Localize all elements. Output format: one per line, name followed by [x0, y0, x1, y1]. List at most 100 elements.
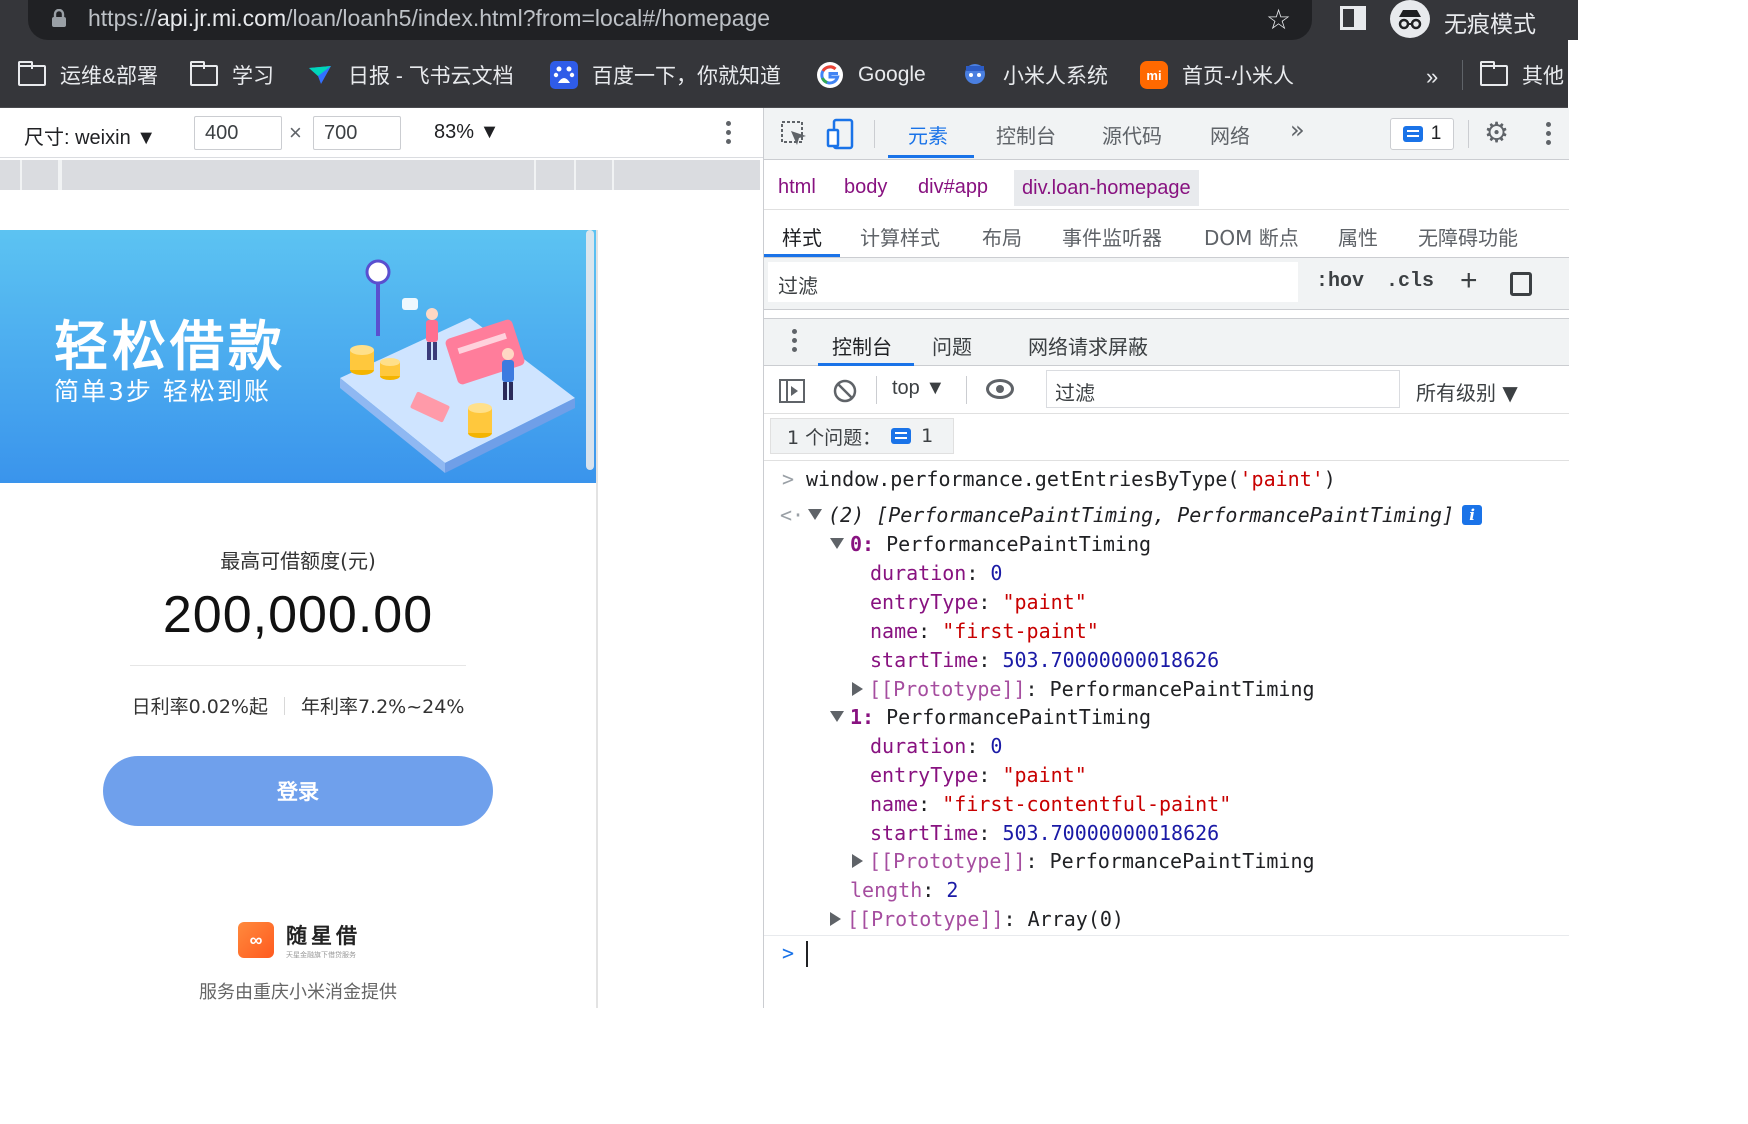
entry-0-header[interactable]: 0: PerformancePaintTiming — [830, 532, 1151, 556]
live-expression-eye-icon[interactable] — [986, 379, 1014, 399]
breadcrumb-div-app[interactable]: div#app — [918, 176, 988, 199]
settings-gear-icon[interactable]: ⚙ — [1484, 119, 1509, 147]
device-select[interactable]: 尺寸: weixin ▼ — [24, 121, 156, 150]
subtab-layout[interactable]: 布局 — [982, 222, 1022, 251]
collapse-triangle-icon — [852, 854, 863, 868]
issue-count: 1 — [1430, 123, 1442, 144]
expand-triangle-icon — [808, 509, 822, 520]
dimension-times-icon: × — [289, 120, 302, 145]
active-subtab-indicator — [764, 254, 840, 257]
credit-limit-label: 最高可借额度(元) — [220, 549, 376, 573]
console-drawer-tabs: 控制台 问题 网络请求屏蔽 — [764, 318, 1569, 366]
bookmark-ops-deploy[interactable]: 运维&部署 — [18, 60, 158, 90]
rate-divider — [283, 696, 285, 715]
banner-scrollbar[interactable] — [586, 230, 594, 470]
elements-breadcrumb: html body div#app div.loan-homepage — [764, 166, 1569, 210]
login-button[interactable]: 登录 — [103, 756, 493, 826]
device-height-input[interactable]: 700 — [313, 116, 401, 150]
devtools-more-menu-icon[interactable] — [1546, 122, 1552, 145]
entry-0-entrytype: entryType: "paint" — [870, 590, 1087, 614]
breadcrumb-body[interactable]: body — [844, 176, 887, 199]
issues-summary-button[interactable]: 1 个问题： 1 — [770, 418, 954, 454]
bookmarks-overflow-chevron[interactable]: » — [1426, 64, 1438, 90]
entry-1-name: name: "first-contentful-paint" — [870, 792, 1232, 816]
star-icon[interactable]: ☆ — [1266, 3, 1291, 36]
log-levels-select[interactable]: 所有级别 ▼ — [1416, 377, 1518, 406]
bookmark-baidu[interactable]: 百度一下，你就知道 — [550, 60, 781, 90]
subtab-accessibility[interactable]: 无障碍功能 — [1418, 222, 1518, 251]
issues-counter-button[interactable]: 1 — [1390, 118, 1454, 150]
media-query-ruler[interactable] — [0, 160, 760, 190]
banner-subtitle: 简单3步 轻松到账 — [54, 377, 271, 406]
bookmark-mi-people[interactable]: 小米人系统 — [961, 60, 1108, 90]
styles-filter-input[interactable]: 过滤 — [768, 262, 1298, 302]
breadcrumb-div-loan-homepage[interactable]: div.loan-homepage — [1014, 170, 1199, 206]
tab-console[interactable]: 控制台 — [996, 120, 1056, 149]
issue-message-icon — [1402, 126, 1423, 142]
device-toggle-icon[interactable] — [826, 118, 856, 150]
console-filter-input[interactable]: 过滤 — [1046, 370, 1400, 408]
console-prompt-caret[interactable] — [806, 941, 808, 967]
drawer-tab-request-blocking[interactable]: 网络请求屏蔽 — [1028, 331, 1148, 360]
device-more-menu-icon[interactable] — [726, 121, 732, 144]
subtab-dom-breakpoints[interactable]: DOM 断点 — [1204, 222, 1299, 251]
more-tabs-chevron[interactable]: » — [1290, 116, 1305, 144]
hov-toggle[interactable]: :hov — [1316, 270, 1364, 293]
bookmark-daily-report[interactable]: 日报 - 飞书云文档 — [306, 60, 514, 90]
mobile-page: 轻松借款 简单3步 轻松到账 最高可借额度(元) 200,000.00 日利率0… — [0, 230, 596, 1008]
subtab-computed[interactable]: 计算样式 — [860, 222, 940, 251]
folder-icon — [1480, 60, 1508, 87]
new-style-rule-icon[interactable]: + — [1460, 264, 1478, 298]
toolbar-divider — [874, 120, 875, 148]
drawer-tab-issues[interactable]: 问题 — [932, 331, 972, 360]
mi-logo-icon: mi — [1140, 61, 1168, 89]
expand-triangle-icon — [830, 538, 844, 549]
subtab-properties[interactable]: 属性 — [1338, 222, 1378, 251]
entry-1-header[interactable]: 1: PerformancePaintTiming — [830, 705, 1151, 729]
entry-1-prototype[interactable]: [[Prototype]]: PerformancePaintTiming — [852, 849, 1315, 873]
zoom-select[interactable]: 83% ▼ — [434, 121, 499, 144]
incognito-icon — [1390, 0, 1430, 38]
banner-title: 轻松借款 — [54, 315, 286, 378]
cls-toggle[interactable]: .cls — [1386, 270, 1434, 293]
promo-banner[interactable]: 轻松借款 简单3步 轻松到账 — [0, 230, 596, 483]
entry-1-starttime: startTime: 503.70000000018626 — [870, 821, 1220, 845]
bookmark-label: 学习 — [232, 65, 274, 88]
toolbar-divider — [966, 376, 967, 404]
javascript-context-select[interactable]: top ▼ — [892, 377, 945, 400]
lock-icon[interactable] — [50, 9, 68, 27]
styles-filter-bar: 过滤 :hov .cls + — [764, 258, 1569, 310]
clear-console-icon[interactable] — [832, 378, 858, 404]
result-chevron-icon: <· — [780, 503, 805, 527]
console-output[interactable]: > window.performance.getEntriesByType('p… — [764, 460, 1569, 1008]
bookmark-mi-home[interactable]: mi 首页-小米人 — [1140, 60, 1294, 90]
rendering-emulation-icon[interactable] — [1510, 272, 1532, 296]
url-text[interactable]: https://api.jr.mi.com/loan/loanh5/index.… — [88, 5, 770, 32]
tab-elements[interactable]: 元素 — [908, 120, 948, 149]
bookmark-google[interactable]: Google — [816, 60, 926, 90]
breadcrumb-html[interactable]: html — [778, 176, 816, 199]
tab-network[interactable]: 网络 — [1210, 120, 1250, 149]
tab-sources[interactable]: 源代码 — [1102, 120, 1162, 149]
incognito-label: 无痕模式 — [1444, 11, 1536, 37]
device-width-input[interactable]: 400 — [194, 116, 282, 150]
bookmark-study[interactable]: 学习 — [190, 60, 274, 90]
result-array-summary[interactable]: (2) [PerformancePaintTiming, Performance… — [808, 503, 1483, 527]
entry-0-prototype[interactable]: [[Prototype]]: PerformancePaintTiming — [852, 677, 1315, 701]
baidu-icon — [550, 61, 578, 89]
side-panel-icon[interactable] — [1340, 6, 1366, 30]
bookmark-label: 百度一下，你就知道 — [592, 65, 781, 88]
inspect-element-icon[interactable] — [780, 120, 808, 148]
incognito-indicator[interactable]: 无痕模式 — [1388, 0, 1578, 40]
array-prototype[interactable]: [[Prototype]]: Array(0) — [830, 907, 1124, 931]
device-frame-edge — [596, 230, 598, 1008]
sidebar-toggle-icon[interactable] — [778, 378, 806, 404]
console-toolbar: top ▼ 过滤 所有级别 ▼ — [764, 366, 1569, 414]
subtab-styles[interactable]: 样式 — [782, 222, 822, 251]
subtab-event-listeners[interactable]: 事件监听器 — [1062, 222, 1162, 251]
drawer-menu-icon[interactable] — [792, 329, 798, 352]
console-input-line[interactable]: window.performance.getEntriesByType('pai… — [806, 467, 1336, 491]
input-chevron-icon: > — [782, 467, 795, 491]
bookmark-other[interactable]: 其他 — [1480, 60, 1564, 90]
drawer-tab-console[interactable]: 控制台 — [832, 331, 892, 360]
